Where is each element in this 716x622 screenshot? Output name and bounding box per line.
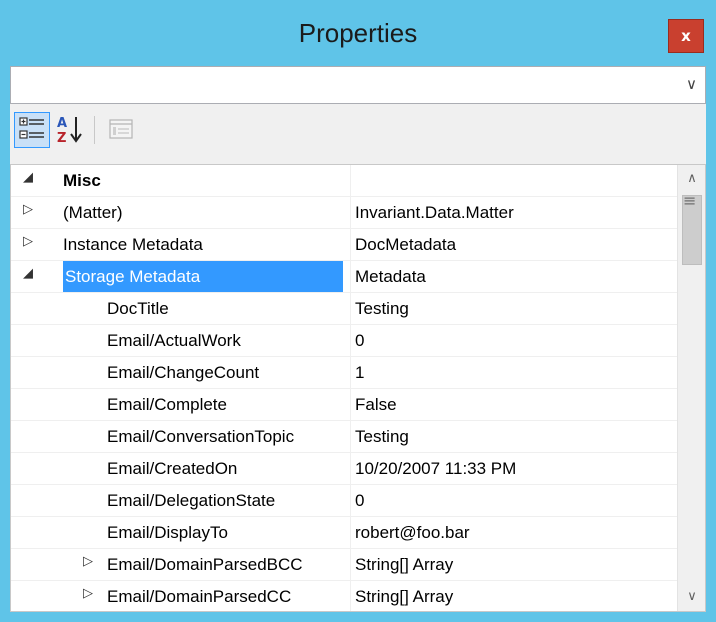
scroll-up-button[interactable]: ∧ bbox=[678, 165, 705, 193]
property-value[interactable]: String[] Array bbox=[355, 581, 673, 611]
property-value[interactable]: False bbox=[355, 389, 673, 420]
column-divider[interactable] bbox=[350, 549, 351, 581]
property-row[interactable]: ▷ Email/DomainParsedCC String[] Array bbox=[11, 581, 677, 611]
property-value[interactable]: Invariant.Data.Matter bbox=[355, 197, 673, 228]
property-name: Instance Metadata bbox=[63, 235, 203, 254]
column-divider[interactable] bbox=[350, 581, 351, 611]
svg-text:A: A bbox=[57, 116, 67, 131]
properties-panel: ∨ A Z ◢ Misc ▷ (Matter) Invariant.Data.M… bbox=[10, 66, 706, 612]
property-value[interactable]: 1 bbox=[355, 357, 673, 388]
sort-alphabetical-icon: A Z bbox=[57, 116, 82, 146]
property-row[interactable]: Email/ChangeCount 1 bbox=[11, 357, 677, 389]
property-row[interactable]: ▷ Email/DomainParsedBCC String[] Array bbox=[11, 549, 677, 581]
column-divider[interactable] bbox=[350, 453, 351, 485]
property-name: Email/Complete bbox=[107, 395, 227, 414]
property-name: Email/DelegationState bbox=[107, 491, 276, 510]
collapse-icon[interactable]: ◢ bbox=[23, 266, 33, 281]
properties-window: Properties x ∨ A Z ◢ Misc ▷ (Matter) Inv… bbox=[0, 0, 716, 622]
title-bar[interactable]: Properties x bbox=[0, 0, 716, 66]
expand-icon[interactable]: ▷ bbox=[83, 586, 93, 601]
property-pages-icon bbox=[109, 119, 133, 139]
property-value[interactable]: 0 bbox=[355, 325, 673, 356]
property-name: DocTitle bbox=[107, 299, 169, 318]
column-divider[interactable] bbox=[350, 389, 351, 421]
property-value[interactable]: DocMetadata bbox=[355, 229, 673, 260]
property-row[interactable]: ▷ Instance Metadata DocMetadata bbox=[11, 229, 677, 261]
chevron-down-icon[interactable]: ∨ bbox=[686, 75, 697, 93]
property-value[interactable]: 0 bbox=[355, 485, 673, 516]
toolbar-separator bbox=[94, 116, 95, 144]
expand-icon[interactable]: ▷ bbox=[23, 234, 33, 249]
column-divider[interactable] bbox=[350, 421, 351, 453]
property-name: Email/ActualWork bbox=[107, 331, 241, 350]
property-name: Email/ChangeCount bbox=[107, 363, 260, 382]
property-row[interactable]: Email/DelegationState 0 bbox=[11, 485, 677, 517]
property-row[interactable]: Email/Complete False bbox=[11, 389, 677, 421]
column-divider[interactable] bbox=[350, 517, 351, 549]
column-divider[interactable] bbox=[350, 357, 351, 389]
property-row[interactable]: ▷ (Matter) Invariant.Data.Matter bbox=[11, 197, 677, 229]
expand-icon[interactable]: ▷ bbox=[23, 202, 33, 217]
window-title: Properties bbox=[298, 18, 418, 48]
scrollbar-grip-icon: ≡ bbox=[683, 191, 697, 210]
property-name: Email/DomainParsedBCC bbox=[107, 555, 303, 574]
property-name: (Matter) bbox=[63, 203, 123, 222]
property-row[interactable]: Email/DisplayTo robert@foo.bar bbox=[11, 517, 677, 549]
column-divider[interactable] bbox=[350, 165, 351, 197]
column-divider[interactable] bbox=[350, 229, 351, 261]
property-pages-button[interactable] bbox=[104, 112, 140, 148]
property-row[interactable]: Email/ConversationTopic Testing bbox=[11, 421, 677, 453]
property-name: Email/DomainParsedCC bbox=[107, 587, 292, 606]
property-value[interactable]: Testing bbox=[355, 293, 673, 324]
property-value[interactable]: String[] Array bbox=[355, 549, 673, 580]
property-row[interactable]: Email/CreatedOn 10/20/2007 11:33 PM bbox=[11, 453, 677, 485]
property-value[interactable]: robert@foo.bar bbox=[355, 517, 673, 548]
property-grid: ◢ Misc ▷ (Matter) Invariant.Data.Matter ▷ Inst… bbox=[10, 164, 706, 612]
property-name: Email/DisplayTo bbox=[107, 523, 228, 542]
property-name: Misc bbox=[63, 171, 101, 190]
property-value bbox=[355, 165, 673, 196]
property-rows: ◢ Misc ▷ (Matter) Invariant.Data.Matter ▷ Inst… bbox=[11, 165, 677, 611]
scroll-down-button[interactable]: ∨ bbox=[678, 583, 705, 611]
property-row[interactable]: Email/ActualWork 0 bbox=[11, 325, 677, 357]
column-divider[interactable] bbox=[350, 293, 351, 325]
svg-text:Z: Z bbox=[57, 131, 66, 146]
property-value[interactable]: 10/20/2007 11:33 PM bbox=[355, 453, 673, 484]
property-row[interactable]: DocTitle Testing bbox=[11, 293, 677, 325]
column-divider[interactable] bbox=[350, 197, 351, 229]
object-selector-dropdown[interactable]: ∨ bbox=[10, 66, 706, 104]
vertical-scrollbar[interactable]: ∧ ≡ ∨ bbox=[677, 165, 705, 611]
property-value[interactable]: Testing bbox=[355, 421, 673, 452]
collapse-icon[interactable]: ◢ bbox=[23, 170, 33, 185]
column-divider[interactable] bbox=[350, 485, 351, 517]
property-name: Storage Metadata bbox=[63, 261, 343, 292]
close-button[interactable]: x bbox=[668, 19, 704, 53]
categorized-icon bbox=[19, 117, 44, 139]
categorized-button[interactable] bbox=[14, 112, 50, 148]
column-divider[interactable] bbox=[350, 325, 351, 357]
column-divider[interactable] bbox=[350, 261, 351, 293]
property-name: Email/ConversationTopic bbox=[107, 427, 295, 446]
expand-icon[interactable]: ▷ bbox=[83, 554, 93, 569]
category-row[interactable]: ◢ Misc bbox=[11, 165, 677, 197]
property-row[interactable]: ◢ Storage Metadata Metadata bbox=[11, 261, 677, 293]
toolbar: A Z bbox=[10, 106, 706, 156]
alphabetical-button[interactable]: A Z bbox=[54, 112, 90, 148]
property-value[interactable]: Metadata bbox=[355, 261, 673, 292]
property-name: Email/CreatedOn bbox=[107, 459, 238, 478]
